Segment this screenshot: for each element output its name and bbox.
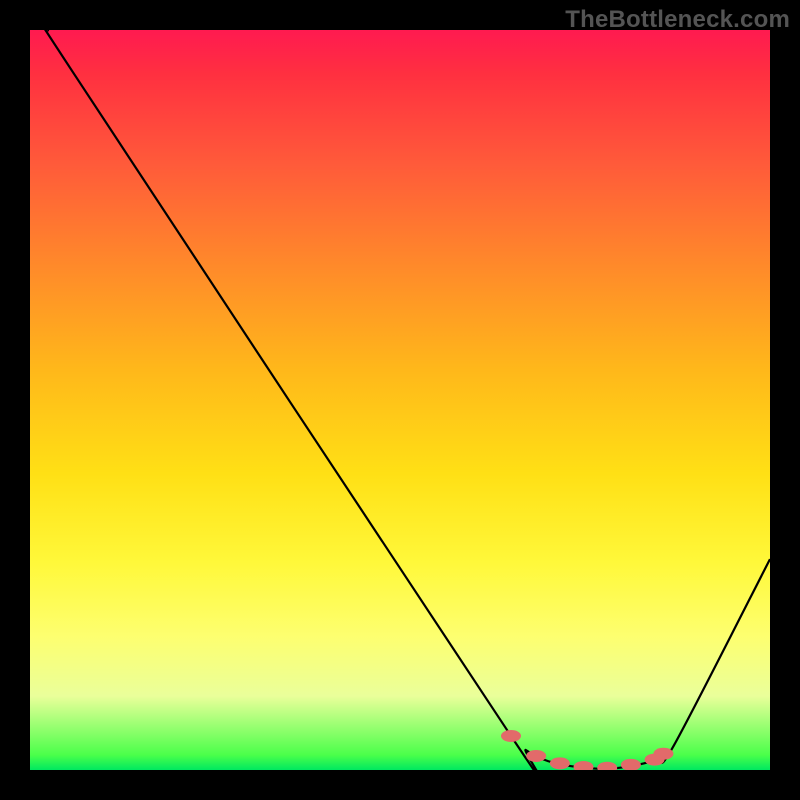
curve-marker [501,730,521,742]
chart-frame: TheBottleneck.com [0,0,800,800]
curve-marker [550,757,570,769]
bottleneck-curve [32,30,770,770]
chart-svg [30,30,770,770]
curve-marker [574,761,594,770]
curve-marker [526,750,546,762]
curve-marker [597,762,617,770]
curve-marker [653,748,673,760]
plot-area [30,30,770,770]
curve-marker [621,759,641,770]
